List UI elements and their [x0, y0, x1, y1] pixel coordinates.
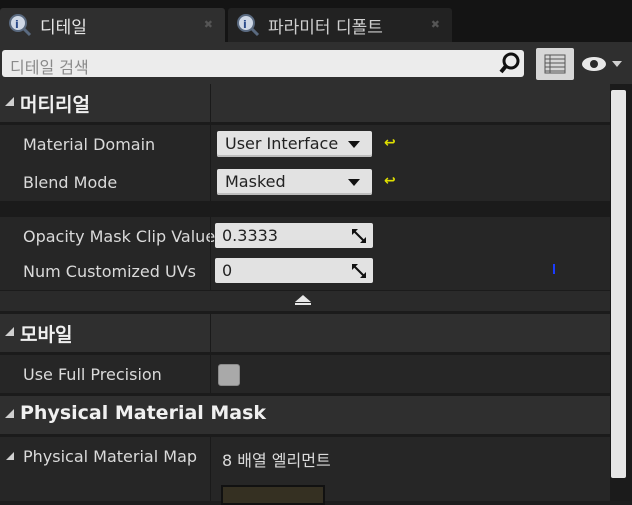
- property-name: Opacity Mask Clip Value: [23, 227, 216, 246]
- svg-text:i: i: [15, 18, 19, 31]
- expand-arrow-icon[interactable]: [6, 452, 14, 460]
- category-mobile[interactable]: 모바일: [0, 314, 610, 352]
- tab-bar: i 디테일 ✖ i 파라미터 디폴트 ✖: [0, 0, 632, 42]
- numeric-value: 0: [222, 261, 233, 280]
- close-icon[interactable]: ✖: [431, 18, 440, 31]
- dropdown-value: User Interface: [225, 134, 339, 153]
- eye-icon: [582, 57, 622, 71]
- drag-resize-icon: [352, 264, 366, 278]
- tab-details[interactable]: i 디테일 ✖: [0, 8, 225, 42]
- collapse-arrow-icon[interactable]: [5, 409, 14, 418]
- property-row-use-full-precision: Use Full Precision: [0, 355, 610, 393]
- advanced-toggle[interactable]: [0, 291, 610, 311]
- reset-to-default-icon[interactable]: ↩: [384, 173, 396, 189]
- search-icon[interactable]: [498, 51, 522, 75]
- visibility-filter-button[interactable]: [580, 52, 630, 76]
- num-customized-uvs-input[interactable]: 0: [215, 258, 373, 283]
- category-label: Physical Material Mask: [20, 402, 267, 424]
- category-physical-material-mask[interactable]: Physical Material Mask: [0, 396, 610, 434]
- view-options-button[interactable]: [536, 48, 574, 80]
- svg-text:i: i: [243, 18, 247, 31]
- drag-resize-icon: [352, 229, 366, 243]
- property-name: Num Customized UVs: [23, 262, 196, 281]
- property-row-material-domain: Material Domain User Interface ↩: [0, 125, 610, 163]
- category-label: 모바일: [20, 324, 73, 346]
- chevron-down-icon: [348, 179, 360, 186]
- grid-list-icon: [544, 54, 566, 74]
- details-panel: 머티리얼 Material Domain User Interface ↩ Bl…: [0, 84, 610, 501]
- search-input[interactable]: 디테일 검색: [2, 50, 524, 77]
- property-row-opacity-mask-clip: Opacity Mask Clip Value 0.3333: [0, 217, 610, 255]
- dropdown-value: Masked: [225, 172, 286, 191]
- search-placeholder: 디테일 검색: [10, 58, 89, 77]
- texture-thumbnail[interactable]: [221, 485, 325, 505]
- category-material[interactable]: 머티리얼: [0, 84, 610, 122]
- reset-to-default-icon[interactable]: ↩: [384, 135, 396, 151]
- details-magnifier-icon: i: [237, 14, 260, 37]
- property-row-physical-material-map: Physical Material Map 8 배열 엘리먼트: [0, 437, 610, 475]
- collapse-arrow-icon[interactable]: [5, 97, 14, 106]
- scrollbar[interactable]: [610, 84, 632, 501]
- array-count: 8 배열 엘리먼트: [222, 451, 331, 470]
- material-domain-dropdown[interactable]: User Interface: [217, 131, 372, 157]
- property-name: Material Domain: [23, 135, 156, 154]
- opacity-mask-clip-input[interactable]: 0.3333: [215, 223, 373, 248]
- blend-mode-dropdown[interactable]: Masked: [217, 169, 372, 195]
- use-full-precision-checkbox[interactable]: [218, 364, 240, 386]
- marker: [553, 264, 555, 274]
- search-row: 디테일 검색: [0, 42, 632, 84]
- category-label: 머티리얼: [20, 94, 90, 116]
- tab-label: 파라미터 디폴트: [268, 17, 383, 38]
- close-icon[interactable]: ✖: [204, 18, 213, 31]
- scrollbar-thumb[interactable]: [611, 90, 626, 478]
- chevron-up-icon: [295, 295, 311, 302]
- tab-parameter-defaults[interactable]: i 파라미터 디폴트 ✖: [228, 8, 452, 42]
- tab-label: 디테일: [40, 17, 87, 38]
- property-row-blend-mode: Blend Mode Masked ↩: [0, 163, 610, 201]
- chevron-down-icon: [348, 141, 360, 148]
- numeric-value: 0.3333: [222, 226, 278, 245]
- details-magnifier-icon: i: [9, 14, 32, 37]
- property-name: Blend Mode: [23, 173, 118, 192]
- property-row-num-customized-uvs: Num Customized UVs 0: [0, 252, 610, 290]
- property-name: Use Full Precision: [23, 365, 162, 384]
- collapse-arrow-icon[interactable]: [5, 327, 14, 336]
- property-name: Physical Material Map: [23, 447, 198, 466]
